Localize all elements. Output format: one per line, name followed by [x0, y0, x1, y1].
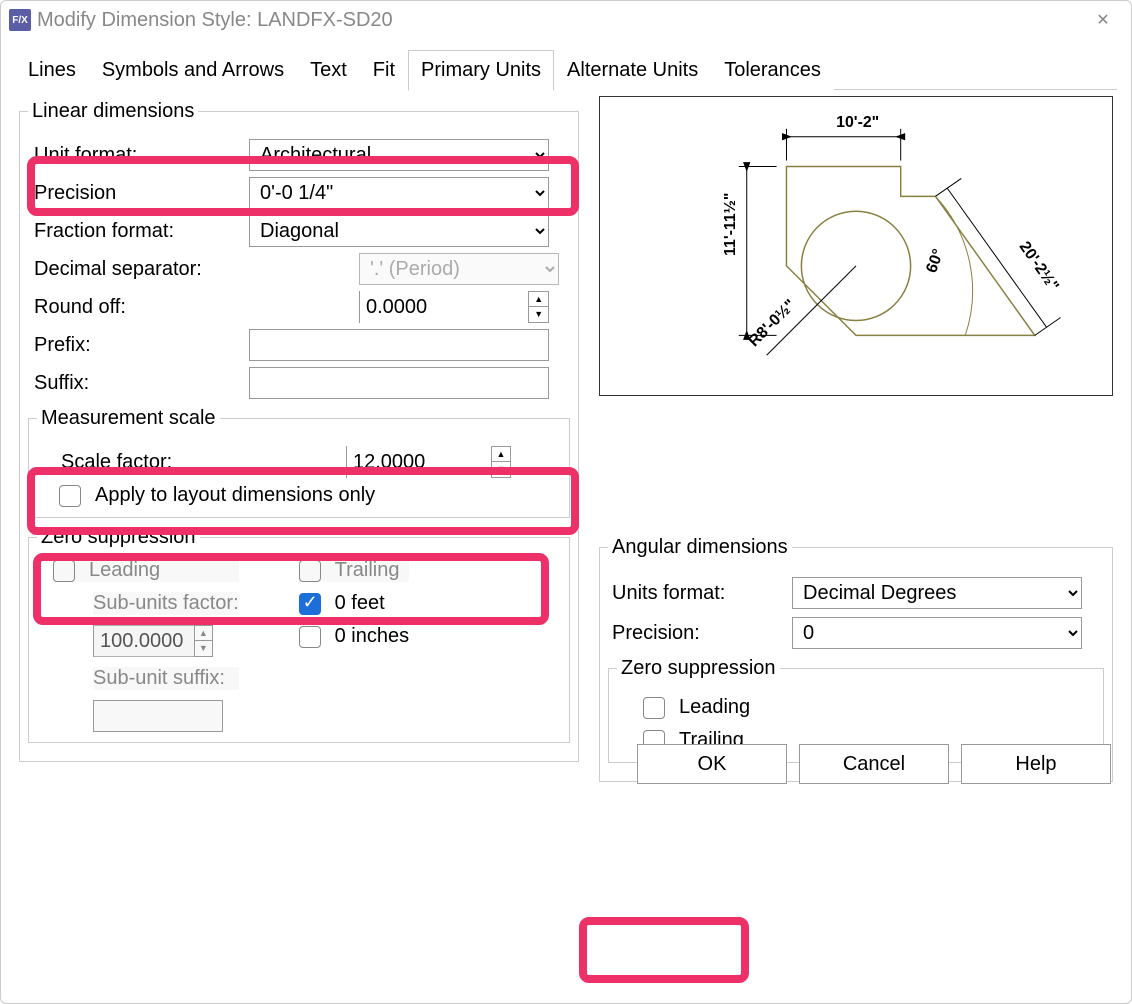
suffix-input[interactable] [249, 367, 549, 399]
roundoff-input[interactable] [360, 291, 528, 323]
preview-pane: 10'-2" 11'-11½" 60° 20'-2½" R8'-0½" [599, 96, 1113, 396]
sub-unit-suffix-label: Sub-unit suffix: [93, 667, 239, 690]
fraction-format-label: Fraction format: [34, 220, 249, 243]
precision-label: Precision [34, 182, 249, 205]
scale-up[interactable]: ▲ [491, 447, 510, 462]
sub-units-factor-spinner: ▲▼ [93, 625, 213, 657]
unit-format-label: Unit format: [34, 144, 249, 167]
scale-factor-spinner[interactable]: ▲▼ [346, 446, 511, 478]
unit-format-select[interactable]: Architectural [249, 139, 549, 171]
tab-alternate-units[interactable]: Alternate Units [554, 50, 711, 91]
roundoff-spinner[interactable]: ▲▼ [359, 291, 549, 323]
roundoff-down[interactable]: ▼ [528, 307, 548, 322]
sub-units-factor-label: Sub-units factor: [93, 592, 239, 615]
zero-inches-check[interactable]: 0 inches [299, 625, 410, 648]
help-button[interactable]: Help [961, 744, 1111, 784]
sub-units-factor-input [94, 625, 194, 657]
checkbox-icon [299, 560, 321, 582]
svg-text:10'-2": 10'-2" [836, 114, 879, 131]
highlight-ok-button [579, 917, 749, 983]
roundoff-up[interactable]: ▲ [528, 292, 548, 307]
tab-tolerances[interactable]: Tolerances [711, 50, 834, 91]
dialog-buttons: OK Cancel Help [637, 744, 1111, 784]
tab-primary-units[interactable]: Primary Units [408, 50, 554, 91]
leading-check: Leading [53, 559, 239, 582]
checkbox-icon [643, 697, 665, 719]
decimal-sep-label: Decimal separator: [34, 258, 249, 281]
scale-down[interactable]: ▼ [491, 462, 510, 477]
cancel-button[interactable]: Cancel [799, 744, 949, 784]
angular-precision-select[interactable]: 0 [792, 617, 1082, 649]
svg-text:20'-2½": 20'-2½" [1016, 239, 1062, 295]
app-icon: F/X [9, 9, 31, 31]
prefix-label: Prefix: [34, 334, 249, 357]
scale-factor-input[interactable] [347, 446, 491, 478]
fraction-format-select[interactable]: Diagonal [249, 215, 549, 247]
measurement-legend: Measurement scale [37, 407, 220, 430]
close-button[interactable]: ✕ [1083, 5, 1123, 35]
linear-dimensions-group: Linear dimensions Unit format: Architect… [19, 100, 579, 762]
angular-zero-legend: Zero suppression [617, 657, 780, 680]
angular-units-label: Units format: [612, 582, 782, 605]
title-bar: F/X Modify Dimension Style: LANDFX-SD20 … [1, 1, 1131, 39]
angular-units-select[interactable]: Decimal Degrees [792, 577, 1082, 609]
suffix-label: Suffix: [34, 372, 249, 395]
svg-text:60°: 60° [923, 247, 947, 275]
prefix-input[interactable] [249, 329, 549, 361]
zero-legend: Zero suppression [37, 526, 200, 549]
checkbox-icon [53, 560, 75, 582]
svg-text:11'-11½": 11'-11½" [722, 193, 739, 256]
angular-legend: Angular dimensions [608, 536, 792, 559]
checkbox-icon [299, 626, 321, 648]
tab-strip: Lines Symbols and Arrows Text Fit Primar… [15, 49, 1117, 90]
apply-layout-check[interactable]: Apply to layout dimensions only [59, 484, 561, 507]
dialog-window: F/X Modify Dimension Style: LANDFX-SD20 … [0, 0, 1132, 1004]
zero-feet-check[interactable]: 0 feet [299, 592, 410, 615]
ok-button[interactable]: OK [637, 744, 787, 784]
zero-suppression-group: Zero suppression Leading Sub-units facto… [28, 526, 570, 743]
angular-leading-check[interactable]: Leading [643, 696, 1095, 719]
apply-layout-label: Apply to layout dimensions only [95, 484, 375, 507]
tab-symbols-arrows[interactable]: Symbols and Arrows [89, 50, 297, 91]
roundoff-label: Round off: [34, 296, 249, 319]
linear-legend: Linear dimensions [28, 100, 198, 123]
trailing-check: Trailing [299, 559, 410, 582]
angular-precision-label: Precision: [612, 622, 782, 645]
measurement-scale-group: Measurement scale Scale factor: ▲▼ Apply… [28, 407, 570, 518]
tab-text[interactable]: Text [297, 50, 360, 91]
tab-fit[interactable]: Fit [360, 50, 408, 91]
scale-factor-label: Scale factor: [61, 451, 276, 474]
window-title: Modify Dimension Style: LANDFX-SD20 [37, 9, 393, 32]
checkbox-icon [59, 485, 81, 507]
tab-lines[interactable]: Lines [15, 50, 89, 91]
sub-unit-suffix-input [93, 700, 223, 732]
svg-text:R8'-0½": R8'-0½" [745, 296, 799, 350]
checkbox-checked-icon [299, 593, 321, 615]
precision-select[interactable]: 0'-0 1/4" [249, 177, 549, 209]
decimal-sep-select: '.' (Period) [359, 253, 559, 285]
